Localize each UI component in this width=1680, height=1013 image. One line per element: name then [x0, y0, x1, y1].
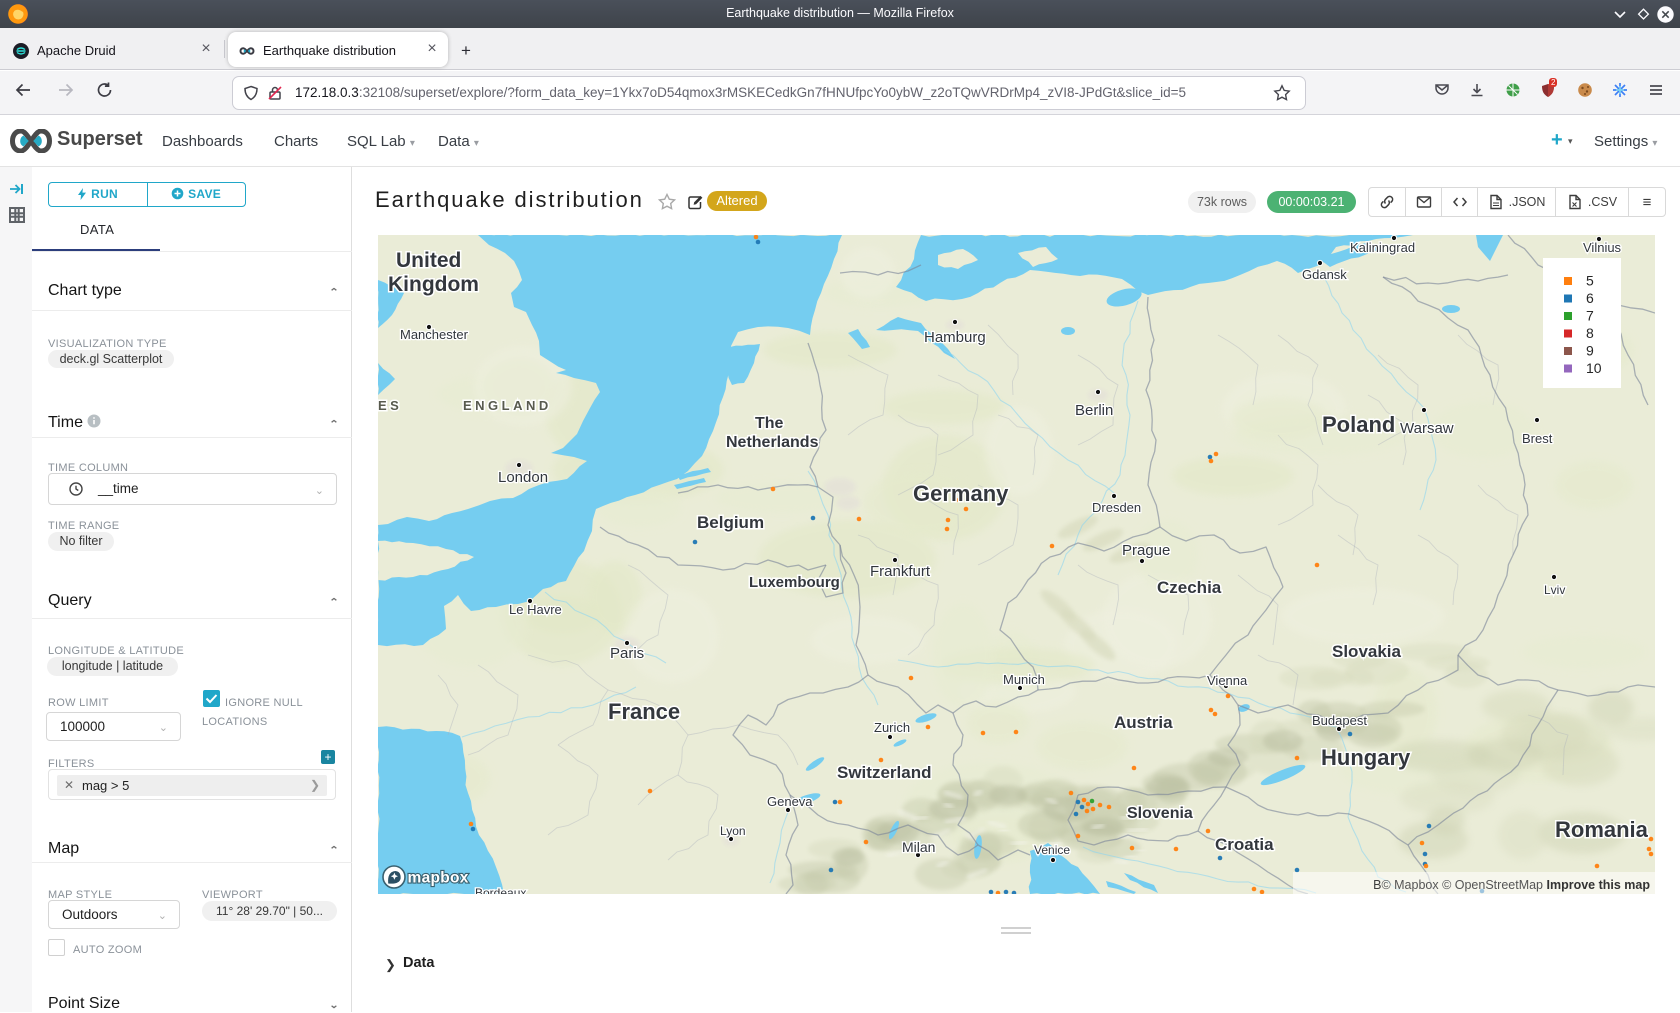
svg-text:Venice: Venice — [1034, 843, 1070, 857]
svg-text:Kingdom: Kingdom — [388, 273, 479, 296]
svg-text:Hungary: Hungary — [1321, 745, 1411, 770]
svg-text:Manchester: Manchester — [400, 327, 469, 342]
svg-text:Prague: Prague — [1122, 542, 1170, 559]
svg-text:Frankfurt: Frankfurt — [870, 563, 931, 580]
svg-text:Berlin: Berlin — [1075, 402, 1113, 419]
svg-text:Austria: Austria — [1114, 713, 1173, 732]
svg-text:Bordeaux: Bordeaux — [475, 886, 526, 894]
svg-text:France: France — [608, 699, 680, 724]
svg-text:10: 10 — [1586, 360, 1602, 376]
svg-text:Geneva: Geneva — [767, 794, 813, 809]
svg-text:8: 8 — [1586, 325, 1594, 341]
svg-text:Le Havre: Le Havre — [509, 602, 562, 617]
svg-text:Slovakia: Slovakia — [1332, 642, 1402, 661]
svg-text:B© Mapbox © OpenStreetMap Impr: B© Mapbox © OpenStreetMap Improve this m… — [1373, 878, 1650, 892]
svg-text:London: London — [498, 469, 548, 486]
svg-text:Vienna: Vienna — [1207, 673, 1248, 688]
svg-text:Switzerland: Switzerland — [837, 763, 931, 782]
svg-text:Dresden: Dresden — [1092, 500, 1141, 515]
svg-text:Germany: Germany — [913, 481, 1009, 506]
svg-text:Gdansk: Gdansk — [1302, 267, 1347, 282]
svg-text:Lviv: Lviv — [1544, 583, 1565, 597]
svg-text:Slovenia: Slovenia — [1127, 805, 1193, 822]
svg-text:United: United — [396, 249, 461, 272]
svg-text:ES: ES — [378, 398, 402, 413]
svg-text:Budapest: Budapest — [1312, 713, 1367, 728]
svg-text:Munich: Munich — [1003, 672, 1045, 687]
svg-text:Milan: Milan — [902, 839, 935, 855]
svg-text:Warsaw: Warsaw — [1400, 420, 1454, 437]
svg-text:Luxembourg: Luxembourg — [749, 574, 840, 591]
svg-text:Brest: Brest — [1522, 431, 1553, 446]
svg-text:Romania: Romania — [1555, 817, 1649, 842]
svg-text:Hamburg: Hamburg — [924, 329, 986, 346]
svg-text:mapbox: mapbox — [408, 870, 469, 887]
svg-text:5: 5 — [1586, 273, 1594, 289]
svg-text:Kaliningrad: Kaliningrad — [1350, 240, 1415, 255]
svg-text:Vilnius: Vilnius — [1583, 240, 1622, 255]
svg-text:7: 7 — [1586, 308, 1594, 324]
svg-text:Netherlands: Netherlands — [726, 434, 819, 451]
svg-text:Belgium: Belgium — [697, 513, 764, 532]
svg-text:ENGLAND: ENGLAND — [463, 398, 552, 413]
svg-text:Croatia: Croatia — [1215, 835, 1274, 854]
svg-text:Paris: Paris — [610, 645, 644, 662]
svg-text:Czechia: Czechia — [1157, 578, 1222, 597]
svg-text:The: The — [755, 415, 784, 432]
svg-text:Poland: Poland — [1322, 412, 1395, 437]
svg-text:6: 6 — [1586, 290, 1594, 306]
svg-text:9: 9 — [1586, 343, 1594, 359]
svg-text:Lyon: Lyon — [720, 824, 746, 838]
svg-text:Zurich: Zurich — [874, 720, 910, 735]
